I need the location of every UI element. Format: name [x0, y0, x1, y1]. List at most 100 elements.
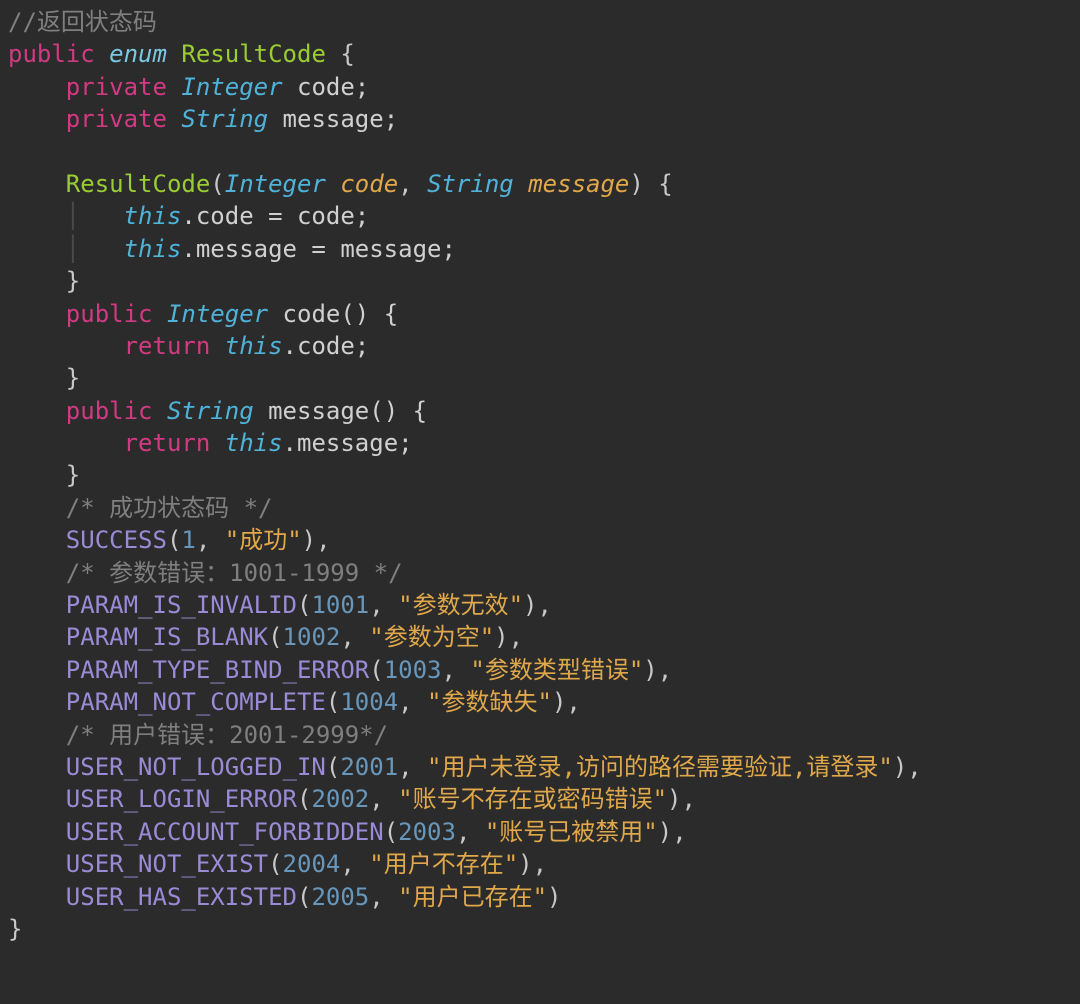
indent-guide: │: [66, 202, 124, 230]
token-enum-value: USER_LOGIN_ERROR: [66, 785, 297, 813]
token-number: 1002: [283, 623, 341, 651]
token-string: "账号不存在或密码错误": [398, 785, 667, 813]
token-keyword: return: [124, 332, 211, 360]
token-ident: .code;: [283, 332, 370, 360]
code-line: //返回状态码: [8, 8, 157, 36]
token-punct: (: [268, 623, 282, 651]
token-punct: (: [297, 883, 311, 911]
token-keyword: return: [124, 429, 211, 457]
code-line: /* 成功状态码 */: [66, 494, 273, 522]
token-punct: ),: [494, 623, 523, 651]
token-punct: ),: [658, 818, 687, 846]
token-keyword: private: [66, 73, 167, 101]
token-param: code: [340, 170, 398, 198]
token-enum-value: PARAM_IS_INVALID: [66, 591, 297, 619]
token-string: "用户不存在": [369, 850, 518, 878]
token-punct: (: [326, 688, 340, 716]
token-punct: (: [297, 785, 311, 813]
token-punct: (: [210, 170, 224, 198]
token-number: 1004: [340, 688, 398, 716]
token-ctor: ResultCode: [66, 170, 211, 198]
token-punct: }: [66, 364, 80, 392]
token-ident: message;: [268, 105, 398, 133]
code-block: //返回状态码 public enum ResultCode { private…: [0, 0, 1080, 953]
token-punct: ,: [340, 850, 369, 878]
token-punct: ,: [441, 656, 470, 684]
token-punct: ,: [369, 883, 398, 911]
token-punct: ),: [552, 688, 581, 716]
token-punct: (: [297, 591, 311, 619]
token-enum-value: SUCCESS: [66, 526, 167, 554]
token-type: Integer: [167, 300, 268, 328]
token-type: String: [427, 170, 514, 198]
token-type: Integer: [181, 73, 282, 101]
token-string: "账号已被禁用": [485, 818, 658, 846]
token-string: "参数缺失": [427, 688, 552, 716]
token-ident: .message = message;: [181, 235, 456, 263]
token-string: "用户未登录,访问的路径需要验证,请登录": [427, 753, 893, 781]
token-punct: ,: [398, 688, 427, 716]
token-punct: ,: [369, 591, 398, 619]
token-number: 2002: [311, 785, 369, 813]
token-punct: (: [167, 526, 181, 554]
token-ident: .message;: [283, 429, 413, 457]
token-type: String: [181, 105, 268, 133]
token-punct: ),: [667, 785, 696, 813]
token-enum-value: PARAM_NOT_COMPLETE: [66, 688, 326, 716]
token-string: "参数无效": [398, 591, 523, 619]
token-punct: ,: [456, 818, 485, 846]
token-punct: ),: [302, 526, 331, 554]
token-enum-value: USER_NOT_EXIST: [66, 850, 268, 878]
token-ident: .code = code;: [181, 202, 369, 230]
code-line: /* 参数错误：1001-1999 */: [66, 559, 403, 587]
token-enum-value: USER_ACCOUNT_FORBIDDEN: [66, 818, 384, 846]
token-type: String: [167, 397, 254, 425]
token-string: "用户已存在": [398, 883, 547, 911]
token-string: "参数类型错误": [470, 656, 643, 684]
token-punct: ,: [398, 753, 427, 781]
token-number: 1001: [311, 591, 369, 619]
token-this: this: [225, 429, 283, 457]
token-punct: (: [369, 656, 383, 684]
token-enum-value: PARAM_TYPE_BIND_ERROR: [66, 656, 369, 684]
token-ident: message() {: [254, 397, 427, 425]
token-punct: }: [66, 461, 80, 489]
token-ident: code;: [283, 73, 370, 101]
token-enum-value: PARAM_IS_BLANK: [66, 623, 268, 651]
token-keyword: public: [8, 40, 95, 68]
token-number: 2005: [311, 883, 369, 911]
token-keyword: enum: [109, 40, 167, 68]
token-enum-value: USER_HAS_EXISTED: [66, 883, 297, 911]
token-punct: ): [547, 883, 561, 911]
token-keyword: public: [66, 300, 153, 328]
token-punct: ),: [523, 591, 552, 619]
token-punct: ,: [196, 526, 225, 554]
token-this: this: [124, 202, 182, 230]
token-punct: (: [326, 753, 340, 781]
token-number: 2004: [283, 850, 341, 878]
token-punct: (: [384, 818, 398, 846]
token-punct: ,: [340, 623, 369, 651]
token-param: message: [528, 170, 629, 198]
token-keyword: private: [66, 105, 167, 133]
token-this: this: [124, 235, 182, 263]
token-classname: ResultCode: [181, 40, 326, 68]
token-type: Integer: [225, 170, 326, 198]
token-string: "参数为空": [369, 623, 494, 651]
token-punct: ),: [518, 850, 547, 878]
code-line: /* 用户错误：2001-2999*/: [66, 721, 388, 749]
indent-guide: │: [66, 235, 124, 263]
token-number: 2003: [398, 818, 456, 846]
token-punct: }: [8, 915, 22, 943]
token-punct: {: [326, 40, 355, 68]
token-number: 1: [181, 526, 195, 554]
token-ident: code() {: [268, 300, 398, 328]
token-punct: ),: [643, 656, 672, 684]
token-punct: ) {: [629, 170, 672, 198]
token-number: 2001: [340, 753, 398, 781]
token-enum-value: USER_NOT_LOGGED_IN: [66, 753, 326, 781]
token-this: this: [225, 332, 283, 360]
token-punct: ,: [398, 170, 427, 198]
token-punct: }: [66, 267, 80, 295]
token-punct: ),: [893, 753, 922, 781]
